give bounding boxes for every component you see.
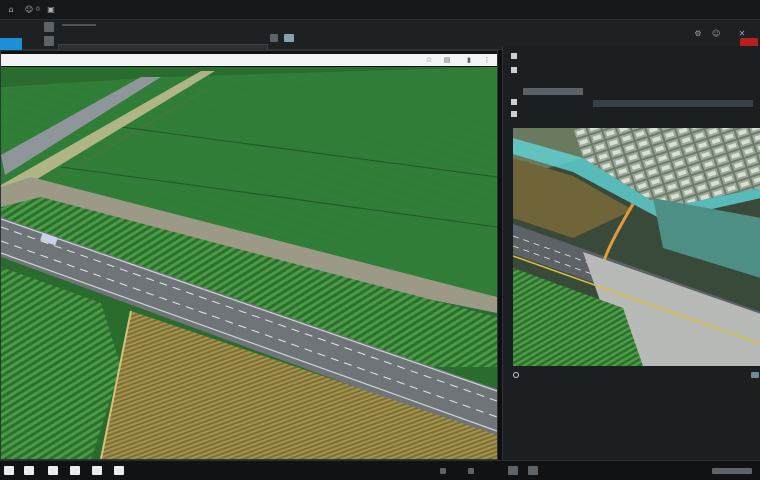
app-icon-2[interactable] <box>24 466 34 475</box>
monitor-icon[interactable] <box>284 34 294 42</box>
taskbar <box>0 460 760 480</box>
panel-subtitle-row[interactable] <box>511 66 521 76</box>
expand-icon[interactable] <box>751 372 759 378</box>
file-icon[interactable]: ▣ <box>46 5 56 15</box>
tray-icon[interactable] <box>440 468 446 474</box>
tray-icon[interactable] <box>468 468 474 474</box>
status-icon <box>513 372 519 378</box>
close-icon[interactable]: ✕ <box>738 30 746 38</box>
panel-status <box>513 372 523 379</box>
clock-area[interactable] <box>712 468 752 474</box>
panel-icon <box>511 67 517 73</box>
panel-row-3[interactable] <box>511 98 521 108</box>
panel-icon <box>511 53 517 59</box>
app-icon-7[interactable] <box>508 466 518 475</box>
aerial-scene[interactable] <box>1 67 497 459</box>
app-icon-6[interactable] <box>114 466 124 475</box>
grid-icon[interactable] <box>44 36 54 46</box>
app-icon-5[interactable] <box>92 466 102 475</box>
layers-icon[interactable] <box>44 22 54 32</box>
star-icon[interactable]: ☆ <box>425 56 433 64</box>
address-bar[interactable]: ☆ ▤ ▮ ⋮ <box>1 54 497 66</box>
panel-row-4[interactable] <box>511 110 521 120</box>
panel-icon <box>511 99 517 105</box>
toolbar-tab-line[interactable] <box>62 24 96 26</box>
preview-panel <box>502 46 760 464</box>
page-label: 0 <box>36 6 40 13</box>
panel-title-row[interactable] <box>511 52 521 62</box>
clipboard-icon[interactable]: ▤ <box>443 56 451 64</box>
bookmark-icon[interactable]: ▮ <box>465 56 473 64</box>
main-map-viewport[interactable]: ☆ ▤ ▮ ⋮ <box>0 50 498 460</box>
preview-scene-svg <box>513 128 760 366</box>
app-icon-4[interactable] <box>70 466 80 475</box>
home-icon[interactable]: ⌂ <box>6 5 16 15</box>
user-icon[interactable]: ☺ <box>24 5 34 15</box>
system-top-bar: ⌂ ☺ 0 ▣ <box>0 0 760 20</box>
settings-icon[interactable]: ⚙ <box>694 30 702 38</box>
app-icon-8[interactable] <box>528 466 538 475</box>
preview-image[interactable] <box>513 128 760 366</box>
more-icon[interactable]: ⋮ <box>483 56 491 64</box>
panel-input[interactable] <box>593 100 753 107</box>
app-icon-1[interactable] <box>4 466 14 475</box>
aerial-scene-svg <box>1 67 497 459</box>
user-icon[interactable]: ☺ <box>712 30 720 38</box>
panel-field[interactable] <box>523 88 583 95</box>
app-icon-3[interactable] <box>48 466 58 475</box>
panel-icon <box>511 111 517 117</box>
pin-icon[interactable] <box>270 34 278 42</box>
